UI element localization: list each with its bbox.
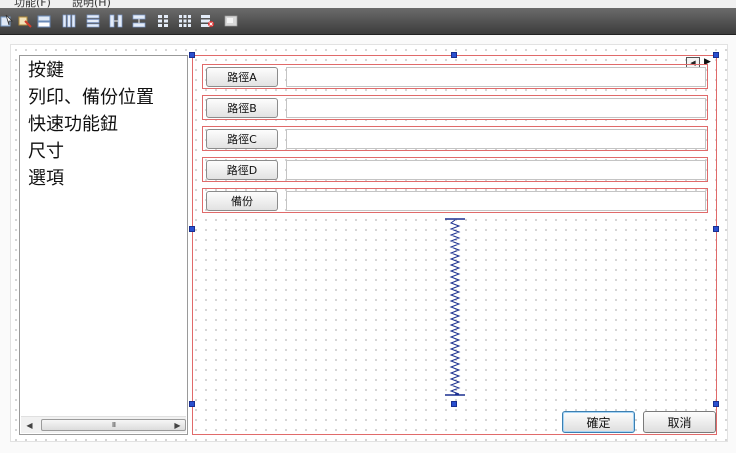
- path-d-button[interactable]: 路徑D: [206, 160, 278, 180]
- layout-form-icon[interactable]: [156, 14, 170, 28]
- path-c-input[interactable]: [286, 129, 706, 149]
- backup-input[interactable]: [286, 191, 706, 211]
- path-row-b: 路徑B: [202, 95, 708, 120]
- list-item-quick-function-buttons[interactable]: 快速功能鈕: [20, 111, 187, 138]
- path-row-c: 路徑C: [202, 126, 708, 151]
- selection-handle-middle-left[interactable]: [189, 226, 195, 232]
- horizontal-scrollbar[interactable]: ◀ III ▶: [21, 416, 186, 433]
- path-c-button[interactable]: 路徑C: [206, 129, 278, 149]
- scroll-right-icon[interactable]: ▶: [169, 417, 186, 433]
- list-item-print-backup-location[interactable]: 列印、備份位置: [20, 84, 187, 111]
- list-item-keys[interactable]: 按鍵: [20, 57, 187, 84]
- layout-grid-icon[interactable]: [178, 14, 192, 28]
- selection-handle-top-right[interactable]: [713, 52, 719, 58]
- ok-button[interactable]: 確定: [562, 411, 635, 433]
- selection-handle-top-left[interactable]: [189, 52, 195, 58]
- layout-horizontal-icon[interactable]: [62, 14, 76, 28]
- backup-row: 備份: [202, 188, 708, 213]
- edit-signals-icon[interactable]: [18, 14, 32, 28]
- menu-item-function[interactable]: 功能(F): [14, 0, 51, 8]
- path-a-button[interactable]: 路徑A: [206, 67, 278, 87]
- path-b-button[interactable]: 路徑B: [206, 98, 278, 118]
- path-a-input[interactable]: [286, 67, 706, 87]
- layout-vertical-splitter-icon[interactable]: [132, 14, 146, 28]
- scroll-left-icon[interactable]: ◀: [21, 417, 38, 433]
- list-item-options[interactable]: 選項: [20, 165, 187, 192]
- cancel-button[interactable]: 取消: [643, 411, 716, 433]
- selection-handle-middle-right[interactable]: [713, 226, 719, 232]
- path-row-d: 路徑D: [202, 157, 708, 182]
- path-d-input[interactable]: [286, 160, 706, 180]
- selection-handle-bottom-right[interactable]: [713, 401, 719, 407]
- adjust-size-icon[interactable]: [224, 14, 238, 28]
- edit-widgets-icon[interactable]: [0, 14, 14, 28]
- backup-button[interactable]: 備份: [206, 191, 278, 211]
- path-row-a: 路徑A: [202, 64, 708, 89]
- selection-handle-bottom-middle[interactable]: [451, 401, 457, 407]
- layout-vertical-icon[interactable]: [86, 14, 100, 28]
- edit-buddies-icon[interactable]: [37, 14, 51, 28]
- designer-toolbar: [0, 8, 736, 35]
- menu-bar: 功能(F) 說明(H): [0, 0, 736, 8]
- break-layout-icon[interactable]: [200, 14, 214, 28]
- layout-horizontal-splitter-icon[interactable]: [109, 14, 123, 28]
- selection-handle-bottom-left[interactable]: [189, 401, 195, 407]
- list-item-size[interactable]: 尺寸: [20, 138, 187, 165]
- scrollbar-thumb[interactable]: III: [41, 419, 186, 431]
- selection-handle-top-middle[interactable]: [451, 52, 457, 58]
- vertical-spacer-icon[interactable]: [445, 218, 465, 396]
- settings-category-list[interactable]: 按鍵 列印、備份位置 快速功能鈕 尺寸 選項 ◀ III ▶: [19, 55, 188, 435]
- menu-item-help[interactable]: 說明(H): [72, 0, 111, 8]
- path-b-input[interactable]: [286, 98, 706, 118]
